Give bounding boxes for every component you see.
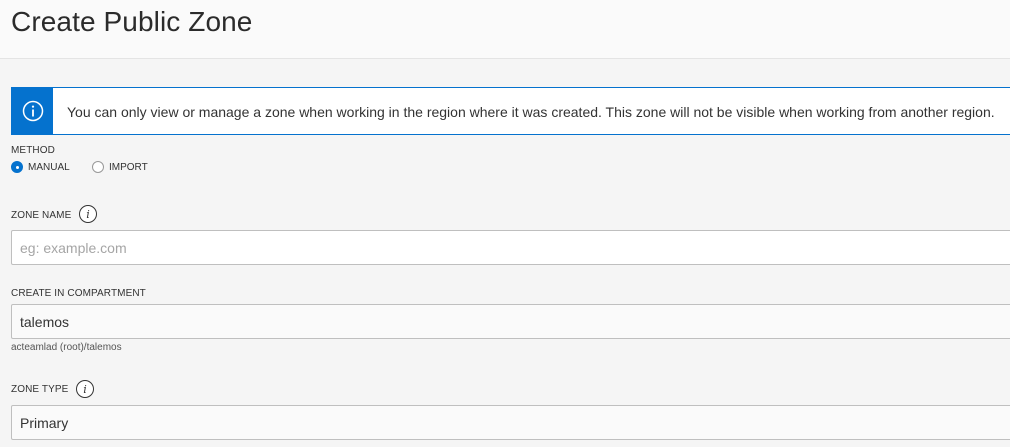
radio-import-label: IMPORT — [109, 161, 148, 173]
method-label: METHOD — [11, 145, 55, 156]
info-icon — [22, 100, 43, 122]
compartment-label: CREATE IN COMPARTMENT — [11, 288, 146, 299]
banner-message: You can only view or manage a zone when … — [67, 104, 995, 120]
compartment-select[interactable]: talemos — [11, 304, 1010, 339]
zone-name-input[interactable] — [11, 230, 1010, 265]
page-title: Create Public Zone — [11, 6, 253, 37]
zone-name-label: ZONE NAME — [11, 210, 72, 221]
zone-type-value: Primary — [20, 414, 69, 431]
radio-manual[interactable]: MANUAL — [11, 161, 70, 173]
zone-type-help-icon[interactable]: i — [76, 380, 94, 398]
zone-name-help-icon[interactable]: i — [79, 205, 97, 223]
radio-manual-label: MANUAL — [28, 161, 70, 173]
zone-type-select[interactable]: Primary — [11, 405, 1010, 440]
radio-manual-indicator[interactable] — [11, 161, 23, 173]
radio-import[interactable]: IMPORT — [92, 161, 148, 173]
compartment-value: talemos — [20, 313, 70, 330]
info-icon-box — [12, 88, 53, 134]
zone-type-label: ZONE TYPE — [11, 384, 69, 395]
compartment-path: acteamlad (root)/talemos — [11, 342, 122, 353]
info-banner: You can only view or manage a zone when … — [11, 87, 1010, 135]
page-header: Create Public Zone — [0, 0, 1010, 59]
radio-import-indicator[interactable] — [92, 161, 104, 173]
